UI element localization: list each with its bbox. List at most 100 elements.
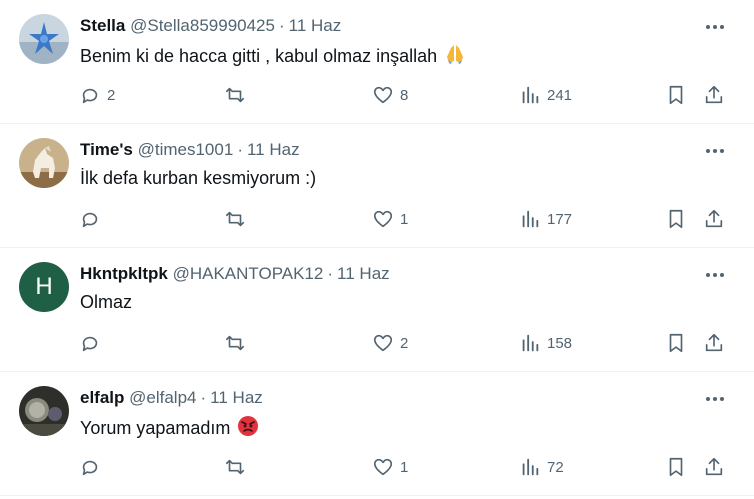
praying-hands-icon (444, 43, 466, 70)
reply-tweet[interactable]: H Hkntpkltpk @HAKANTOPAK12 · 11 Haz Olmaz … (0, 248, 754, 372)
bookmark-button[interactable] (665, 80, 687, 110)
views-button[interactable]: 241 (519, 80, 572, 110)
display-name[interactable]: elfalp (80, 388, 124, 407)
like-button[interactable]: 1 (372, 204, 408, 234)
avatar[interactable] (19, 138, 69, 188)
reply-icon (82, 336, 98, 352)
share-icon (705, 85, 723, 104)
bookmark-icon (669, 209, 683, 229)
like-count: 1 (400, 458, 409, 476)
views-count: 158 (547, 334, 573, 352)
share-button[interactable] (703, 328, 725, 358)
display-name[interactable]: Hkntpkltpk (80, 264, 168, 283)
action-bar: 2 158 (0, 328, 754, 358)
tweet-date[interactable]: 11 Haz (337, 264, 390, 283)
tweet-date[interactable]: 11 Haz (210, 388, 263, 407)
more-options-icon[interactable] (703, 387, 727, 411)
tweet-text-content: Benim ki de hacca gitti , kabul olmaz in… (80, 46, 438, 66)
bookmark-icon (669, 457, 683, 477)
tweet-header: Time's @times1001 · 11 Haz (80, 140, 300, 160)
tweet-date[interactable]: 11 Haz (247, 140, 300, 159)
retweet-button[interactable] (224, 328, 252, 358)
retweet-button[interactable] (224, 452, 252, 482)
tweet-text-content: İlk defa kurban kesmiyorum :) (80, 168, 317, 188)
bookmark-button[interactable] (665, 452, 687, 482)
action-bar: 2 8 241 (0, 80, 754, 110)
separator-dot: · (327, 264, 334, 283)
angry-face-icon (237, 415, 259, 442)
avatar[interactable]: H (19, 262, 69, 312)
display-name[interactable]: Stella (80, 16, 125, 35)
display-name[interactable]: Time's (80, 140, 133, 159)
tweet-date[interactable]: 11 Haz (289, 16, 342, 35)
heart-icon (373, 210, 393, 228)
like-count: 1 (400, 210, 409, 228)
retweet-icon (225, 87, 245, 103)
more-options-icon[interactable] (703, 15, 727, 39)
more-options-icon[interactable] (703, 263, 727, 287)
reply-button[interactable] (79, 328, 107, 358)
tweet-text-content: Yorum yapamadım (80, 418, 231, 438)
reply-tweet[interactable]: elfalp @elfalp4·11 Haz Yorum yapamadım (0, 372, 754, 496)
reply-button[interactable] (79, 452, 107, 482)
tweet-text: Olmaz (80, 291, 132, 313)
retweet-button[interactable] (224, 204, 252, 234)
reply-icon (82, 212, 98, 228)
action-bar: 1 177 (0, 204, 754, 234)
reply-icon (82, 88, 98, 104)
retweet-icon (225, 335, 245, 351)
retweet-icon (225, 211, 245, 227)
avatar[interactable] (19, 386, 69, 436)
analytics-icon (522, 86, 539, 104)
tweet-header: Stella @Stella859990425 · 11 Haz (80, 16, 341, 36)
retweet-button[interactable] (224, 80, 252, 110)
views-count: 241 (547, 86, 573, 104)
views-count: 177 (547, 210, 573, 228)
reply-button[interactable] (79, 204, 107, 234)
bookmark-button[interactable] (665, 328, 687, 358)
tweet-text: Benim ki de hacca gitti , kabul olmaz in… (80, 43, 466, 70)
heart-icon (373, 334, 393, 352)
views-button[interactable]: 72 (519, 452, 564, 482)
user-handle[interactable]: @HAKANTOPAK12 (173, 264, 324, 283)
avatar[interactable] (19, 14, 69, 64)
like-button[interactable]: 8 (372, 80, 408, 110)
separator-dot: · (237, 140, 243, 159)
reply-icon (82, 460, 98, 476)
share-button[interactable] (703, 204, 725, 234)
tweet-header: Hkntpkltpk @HAKANTOPAK12 · 11 Haz (80, 264, 390, 284)
retweet-icon (225, 459, 245, 475)
replies-feed: Stella @Stella859990425 · 11 Haz Benim ki … (0, 0, 754, 499)
tweet-text: İlk defa kurban kesmiyorum :) (80, 167, 316, 189)
bookmark-button[interactable] (665, 204, 687, 234)
like-button[interactable]: 2 (372, 328, 408, 358)
bookmark-icon (669, 333, 683, 353)
more-options-icon[interactable] (703, 139, 727, 163)
reply-button[interactable]: 2 (79, 80, 115, 110)
tweet-header: elfalp @elfalp4 · 11 Haz (80, 388, 263, 408)
reply-tweet[interactable]: Time's @times1001 · 11 Haz İlk defa kurban… (0, 124, 754, 248)
like-button[interactable]: 1 (372, 452, 408, 482)
like-count: 8 (400, 86, 409, 104)
user-handle[interactable]: @times1001 (138, 140, 234, 159)
user-handle[interactable]: @elfalp4 (129, 388, 196, 407)
share-button[interactable] (703, 80, 725, 110)
avatar-letter: H (35, 273, 53, 300)
views-count: 72 (547, 458, 564, 476)
like-count: 2 (400, 334, 409, 352)
analytics-icon (522, 210, 539, 228)
heart-icon (373, 86, 393, 104)
share-icon (705, 209, 723, 228)
reply-count: 2 (107, 86, 116, 104)
reply-tweet[interactable]: Stella @Stella859990425 · 11 Haz Benim ki … (0, 0, 754, 124)
views-button[interactable]: 177 (519, 204, 572, 234)
share-icon (705, 333, 723, 352)
bookmark-icon (669, 85, 683, 105)
analytics-icon (522, 334, 539, 352)
user-handle[interactable]: @Stella859990425 (130, 16, 275, 35)
share-button[interactable] (703, 452, 725, 482)
views-button[interactable]: 158 (519, 328, 572, 358)
action-bar: 1 72 (0, 452, 754, 482)
analytics-icon (522, 458, 539, 476)
separator-dot: · (278, 16, 285, 35)
